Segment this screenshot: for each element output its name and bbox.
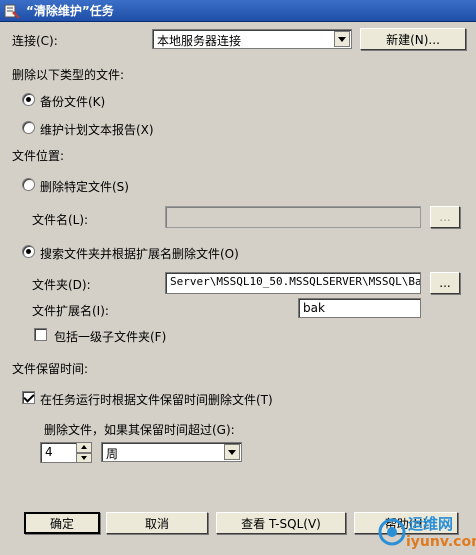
backup-files-radio[interactable] bbox=[22, 93, 35, 106]
title-bar: “清除维护”任务 bbox=[0, 0, 476, 22]
unit-value: 周 bbox=[106, 447, 119, 461]
connection-label: 连接(C): bbox=[12, 34, 58, 48]
backup-files-label: 备份文件(K) bbox=[40, 95, 106, 109]
new-connection-button[interactable]: 新建(N)... bbox=[360, 28, 466, 50]
search-folder-radio[interactable] bbox=[22, 245, 35, 258]
watermark-text-cn: 运维网 bbox=[408, 515, 454, 533]
file-location-heading: 文件位置: bbox=[12, 149, 65, 163]
delete-specific-file-label: 删除特定文件(S) bbox=[40, 180, 129, 194]
spin-up-icon[interactable] bbox=[76, 442, 92, 453]
unit-dropdown[interactable]: 周 bbox=[101, 442, 242, 462]
chevron-down-icon[interactable] bbox=[334, 31, 350, 47]
search-folder-label: 搜索文件夹并根据扩展名删除文件(O) bbox=[40, 247, 239, 261]
connection-dropdown[interactable]: 本地服务器连接 bbox=[152, 29, 352, 49]
ok-button[interactable]: 确定 bbox=[24, 512, 100, 534]
cancel-button[interactable]: 取消 bbox=[106, 512, 208, 534]
include-subfolders-checkbox[interactable] bbox=[34, 328, 47, 341]
file-name-browse-button[interactable]: ... bbox=[430, 206, 460, 228]
delete-by-age-checkbox[interactable] bbox=[22, 391, 35, 404]
extension-label: 文件扩展名(I): bbox=[32, 304, 109, 318]
view-tsql-button[interactable]: 查看 T-SQL(V) bbox=[216, 512, 346, 534]
file-name-input[interactable] bbox=[165, 206, 421, 228]
maintenance-reports-label: 维护计划文本报告(X) bbox=[40, 123, 154, 137]
site-watermark: 运维网 iyunv.com bbox=[378, 510, 476, 554]
delete-type-heading: 删除以下类型的文件: bbox=[12, 68, 125, 82]
maintenance-reports-radio[interactable] bbox=[22, 121, 35, 134]
cleanup-task-dialog: “清除维护”任务 连接(C): 本地服务器连接 新建(N)... 删除以下类型的… bbox=[0, 0, 476, 555]
file-name-label: 文件名(L): bbox=[32, 213, 89, 227]
maintenance-task-icon bbox=[4, 3, 20, 19]
amount-input[interactable]: 4 bbox=[40, 442, 78, 463]
delete-by-age-label: 在任务运行时根据文件保留时间删除文件(T) bbox=[40, 393, 273, 407]
folder-browse-button[interactable]: ... bbox=[430, 272, 460, 294]
include-subfolders-label: 包括一级子文件夹(F) bbox=[54, 330, 167, 344]
spin-down-icon[interactable] bbox=[76, 452, 92, 463]
retention-heading: 文件保留时间: bbox=[12, 362, 89, 376]
chevron-down-icon[interactable] bbox=[224, 444, 240, 460]
connection-value: 本地服务器连接 bbox=[157, 34, 242, 48]
extension-input[interactable]: bak bbox=[298, 298, 421, 318]
folder-input[interactable]: Server\MSSQL10_50.MSSQLSERVER\MSSQL\Back… bbox=[165, 272, 421, 294]
window-title: “清除维护”任务 bbox=[26, 4, 114, 18]
older-than-label: 删除文件，如果其保留时间超过(G): bbox=[44, 423, 235, 437]
delete-specific-file-radio[interactable] bbox=[22, 178, 35, 191]
amount-spinner[interactable] bbox=[76, 442, 92, 463]
watermark-text-url: iyunv.com bbox=[406, 534, 476, 550]
folder-label: 文件夹(D): bbox=[32, 278, 91, 292]
